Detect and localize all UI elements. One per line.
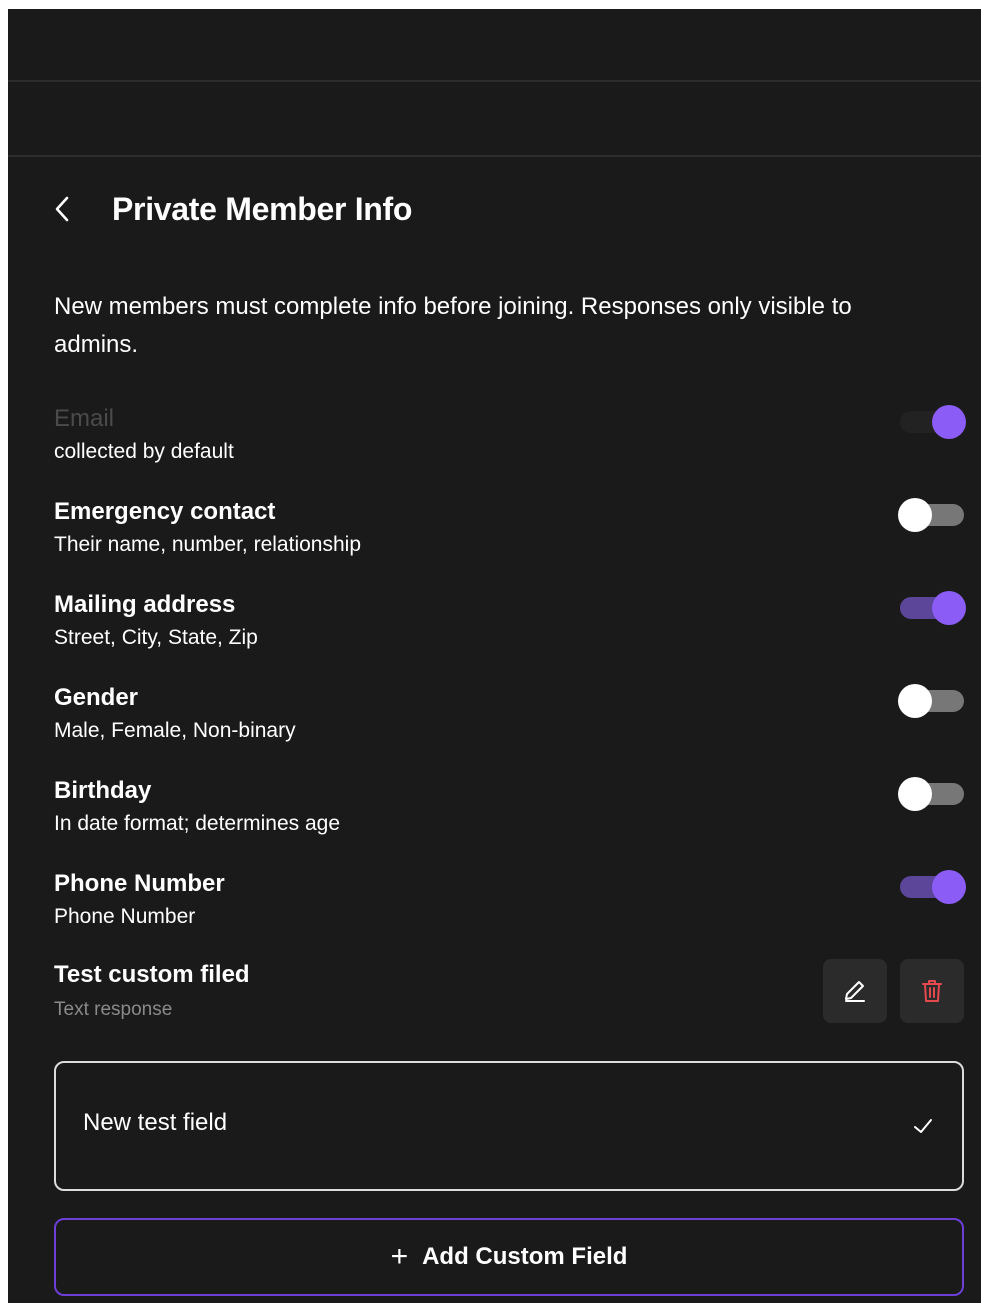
trash-icon bbox=[922, 980, 942, 1002]
field-label: Mailing address bbox=[54, 591, 236, 618]
field-description: Phone Number bbox=[54, 905, 196, 928]
custom-field-row: Test custom filed Text response bbox=[54, 959, 964, 1025]
email-toggle bbox=[900, 405, 966, 439]
top-bar bbox=[8, 9, 981, 82]
field-row-gender: Gender Male, Female, Non-binary bbox=[54, 684, 964, 756]
field-label: Emergency contact bbox=[54, 498, 276, 525]
custom-field-type: Text response bbox=[54, 999, 173, 1020]
plus-icon: + bbox=[390, 1240, 409, 1273]
field-description: Their name, number, relationship bbox=[54, 533, 361, 556]
field-row-email: Email collected by default bbox=[54, 405, 966, 477]
field-row-mailing-address: Mailing address Street, City, State, Zip bbox=[54, 591, 966, 663]
field-description: collected by default bbox=[54, 440, 234, 463]
edit-field-button[interactable] bbox=[823, 959, 887, 1023]
field-row-emergency-contact: Emergency contact Their name, number, re… bbox=[54, 498, 964, 570]
gender-toggle[interactable] bbox=[898, 684, 964, 718]
field-description: Male, Female, Non-binary bbox=[54, 719, 296, 742]
page-title: Private Member Info bbox=[112, 190, 413, 227]
page-header: Private Member Info bbox=[54, 185, 412, 233]
add-custom-field-button[interactable]: + Add Custom Field bbox=[54, 1218, 964, 1296]
secondary-bar bbox=[8, 82, 981, 157]
add-custom-field-label: Add Custom Field bbox=[422, 1243, 628, 1270]
field-label: Birthday bbox=[54, 777, 152, 804]
phone-number-toggle[interactable] bbox=[900, 870, 966, 904]
page-description: New members must complete info before jo… bbox=[54, 293, 852, 358]
field-description: Street, City, State, Zip bbox=[54, 626, 258, 649]
pencil-icon bbox=[845, 981, 865, 1002]
emergency-contact-toggle[interactable] bbox=[898, 498, 964, 532]
custom-field-label: Test custom filed bbox=[54, 961, 250, 988]
mailing-address-toggle[interactable] bbox=[900, 591, 966, 625]
back-button[interactable] bbox=[54, 189, 90, 229]
field-label: Phone Number bbox=[54, 870, 225, 897]
field-description: In date format; determines age bbox=[54, 812, 340, 835]
field-label: Email bbox=[54, 405, 115, 432]
birthday-toggle[interactable] bbox=[898, 777, 964, 811]
field-row-birthday: Birthday In date format; determines age bbox=[54, 777, 964, 849]
new-field-value: New test field bbox=[83, 1109, 228, 1136]
field-label: Gender bbox=[54, 684, 139, 711]
settings-panel: Private Member Info New members must com… bbox=[8, 9, 981, 1303]
delete-field-button[interactable] bbox=[900, 959, 964, 1023]
chevron-left-icon bbox=[55, 196, 69, 222]
field-row-phone-number: Phone Number Phone Number bbox=[54, 870, 966, 942]
confirm-check-icon[interactable] bbox=[912, 1115, 934, 1137]
new-field-input[interactable]: New test field bbox=[54, 1061, 964, 1191]
